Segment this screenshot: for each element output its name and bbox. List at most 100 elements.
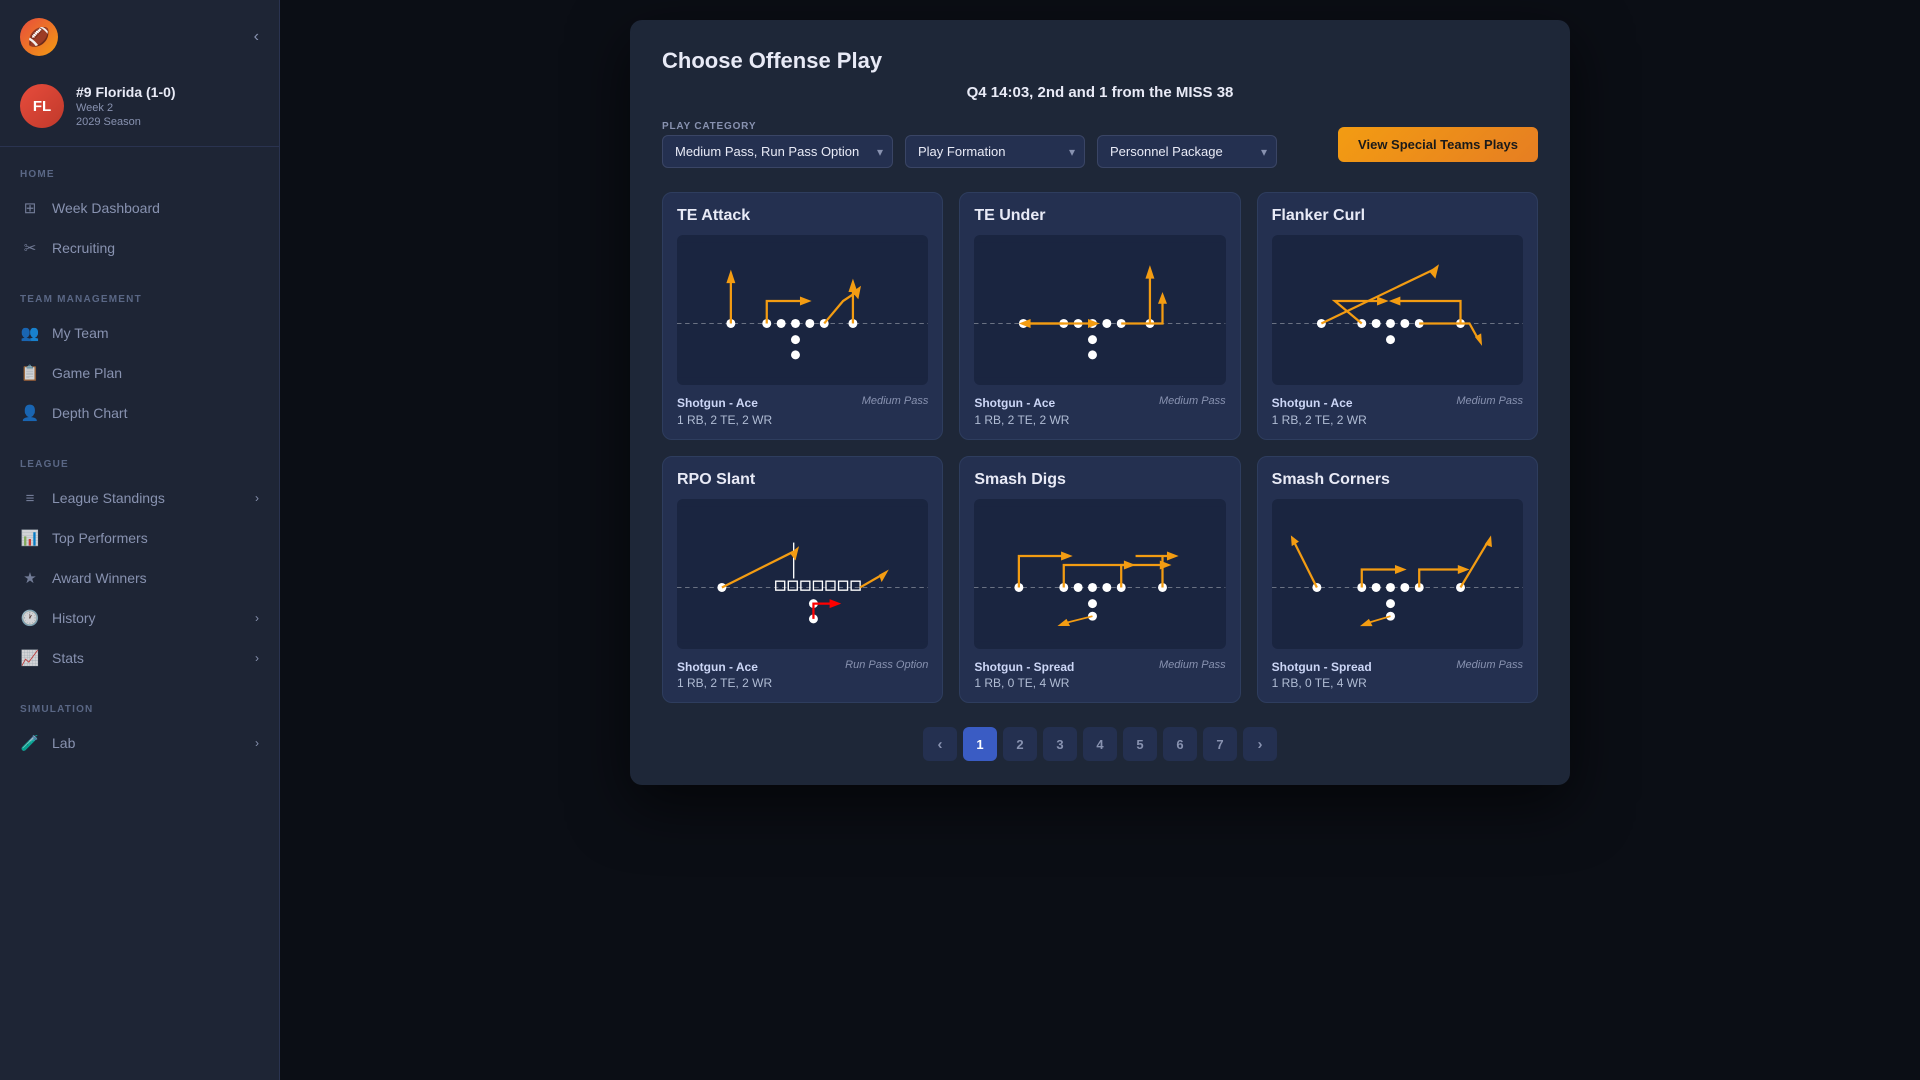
sidebar-item-game-plan[interactable]: 📋 Game Plan (0, 353, 279, 393)
sidebar-item-stats[interactable]: 📈 Stats › (0, 638, 279, 678)
play-card-te-attack[interactable]: TE Attack (662, 192, 943, 440)
modal-title: Choose Offense Play (662, 48, 1538, 74)
chevron-right-icon: › (255, 491, 259, 505)
play-formation-label (905, 121, 1085, 132)
pagination: ‹ 1 2 3 4 5 6 7 › (662, 723, 1538, 761)
play-card-flanker-curl[interactable]: Flanker Curl (1257, 192, 1538, 440)
pagination-page-6-button[interactable]: 6 (1163, 727, 1197, 761)
personnel-label (1097, 121, 1277, 132)
sidebar-item-label: League Standings (52, 490, 165, 506)
play-type-badge: Medium Pass (1456, 395, 1523, 407)
sidebar-item-week-dashboard[interactable]: ⊞ Week Dashboard (0, 188, 279, 228)
play-category-label: Play Category (662, 121, 893, 132)
play-formation-info: Shotgun - Spread 1 RB, 0 TE, 4 WR (1272, 659, 1372, 693)
sidebar-item-recruiting[interactable]: ✂ Recruiting (0, 228, 279, 268)
sidebar-item-label: Recruiting (52, 240, 115, 256)
sidebar-item-my-team[interactable]: 👥 My Team (0, 313, 279, 353)
play-type-badge: Medium Pass (862, 395, 929, 407)
play-category-filter: Play Category Medium Pass, Run Pass Opti… (662, 121, 893, 168)
sidebar-item-top-performers[interactable]: 📊 Top Performers (0, 518, 279, 558)
team-season: 2029 Season (76, 116, 176, 128)
play-card-footer: Shotgun - Spread 1 RB, 0 TE, 4 WR Medium… (1272, 659, 1523, 693)
view-special-teams-button[interactable]: View Special Teams Plays (1338, 127, 1538, 162)
personnel-package-select[interactable]: Personnel Package (1097, 135, 1277, 168)
sidebar-item-history[interactable]: 🕐 History › (0, 598, 279, 638)
pagination-next-button[interactable]: › (1243, 727, 1277, 761)
pagination-page-7-button[interactable]: 7 (1203, 727, 1237, 761)
sidebar-item-lab[interactable]: 🧪 Lab › (0, 723, 279, 763)
sidebar-item-label: My Team (52, 325, 109, 341)
play-card-footer: Shotgun - Spread 1 RB, 0 TE, 4 WR Medium… (974, 659, 1225, 693)
team-name: #9 Florida (1-0) (76, 84, 176, 100)
modal-overlay: Choose Offense Play Q4 14:03, 2nd and 1 … (280, 0, 1920, 1080)
person-icon: 👤 (20, 403, 40, 423)
nav-league-section: LEAGUE ≡ League Standings › 📊 Top Perfor… (0, 437, 279, 682)
nav-team-section: TEAM MANAGEMENT 👥 My Team 📋 Game Plan 👤 … (0, 272, 279, 437)
play-diagram-flanker-curl (1272, 235, 1523, 385)
play-type-badge: Medium Pass (1456, 659, 1523, 671)
sidebar-item-label: Week Dashboard (52, 200, 160, 216)
play-formation-info: Shotgun - Ace 1 RB, 2 TE, 2 WR (677, 395, 772, 429)
main-content: Choose Offense Play Q4 14:03, 2nd and 1 … (280, 0, 1920, 1080)
sidebar-item-label: Top Performers (52, 530, 148, 546)
play-category-select-wrapper: Medium Pass, Run Pass Option (662, 135, 893, 168)
play-formation-select[interactable]: Play Formation (905, 135, 1085, 168)
sidebar-item-label: Stats (52, 650, 84, 666)
lab-icon: 🧪 (20, 733, 40, 753)
play-card-rpo-slant[interactable]: RPO Slant (662, 456, 943, 704)
play-card-footer: Shotgun - Ace 1 RB, 2 TE, 2 WR Medium Pa… (677, 395, 928, 429)
chart-icon: 📊 (20, 528, 40, 548)
play-formation-info: Shotgun - Ace 1 RB, 2 TE, 2 WR (677, 659, 772, 693)
personnel-package-filter: Personnel Package (1097, 121, 1277, 168)
pagination-page-5-button[interactable]: 5 (1123, 727, 1157, 761)
nav-simulation-label: SIMULATION (0, 698, 279, 723)
grid-icon: ⊞ (20, 198, 40, 218)
sidebar-item-league-standings[interactable]: ≡ League Standings › (0, 478, 279, 518)
stats-icon: 📈 (20, 648, 40, 668)
play-card-footer: Shotgun - Ace 1 RB, 2 TE, 2 WR Medium Pa… (1272, 395, 1523, 429)
play-card-smash-corners[interactable]: Smash Corners (1257, 456, 1538, 704)
play-diagram-smash-digs (974, 499, 1225, 649)
play-type-badge: Medium Pass (1159, 395, 1226, 407)
sidebar-item-label: Depth Chart (52, 405, 127, 421)
team-week: Week 2 (76, 102, 176, 114)
play-card-smash-digs[interactable]: Smash Digs (959, 456, 1240, 704)
play-diagram-rpo-slant (677, 499, 928, 649)
team-icon: 👥 (20, 323, 40, 343)
pagination-page-1-button[interactable]: 1 (963, 727, 997, 761)
play-card-footer: Shotgun - Ace 1 RB, 2 TE, 2 WR Run Pass … (677, 659, 928, 693)
nav-home-label: HOME (0, 163, 279, 188)
play-type-badge: Medium Pass (1159, 659, 1226, 671)
pagination-page-4-button[interactable]: 4 (1083, 727, 1117, 761)
sidebar-item-depth-chart[interactable]: 👤 Depth Chart (0, 393, 279, 433)
play-diagram-te-under (974, 235, 1225, 385)
play-category-select[interactable]: Medium Pass, Run Pass Option (662, 135, 893, 168)
pagination-prev-button[interactable]: ‹ (923, 727, 957, 761)
sidebar-item-label: Game Plan (52, 365, 122, 381)
clipboard-icon: 📋 (20, 363, 40, 383)
play-title: Smash Corners (1272, 471, 1523, 489)
play-card-te-under[interactable]: TE Under (959, 192, 1240, 440)
avatar: FL (20, 84, 64, 128)
nav-home-section: HOME ⊞ Week Dashboard ✂ Recruiting (0, 147, 279, 272)
sidebar-collapse-button[interactable]: ‹ (254, 28, 259, 46)
clock-icon: 🕐 (20, 608, 40, 628)
team-details: #9 Florida (1-0) Week 2 2029 Season (76, 84, 176, 128)
pagination-page-2-button[interactable]: 2 (1003, 727, 1037, 761)
modal-subtitle: Q4 14:03, 2nd and 1 from the MISS 38 (662, 84, 1538, 101)
play-title: TE Under (974, 207, 1225, 225)
sidebar-item-award-winners[interactable]: ★ Award Winners (0, 558, 279, 598)
play-formation-select-wrapper: Play Formation (905, 135, 1085, 168)
nav-simulation-section: SIMULATION 🧪 Lab › (0, 682, 279, 767)
play-type-badge: Run Pass Option (845, 659, 928, 671)
team-info: FL #9 Florida (1-0) Week 2 2029 Season (0, 70, 279, 147)
play-title: Flanker Curl (1272, 207, 1523, 225)
play-formation-info: Shotgun - Ace 1 RB, 2 TE, 2 WR (1272, 395, 1367, 429)
pagination-page-3-button[interactable]: 3 (1043, 727, 1077, 761)
nav-team-label: TEAM MANAGEMENT (0, 288, 279, 313)
sidebar-item-label: Lab (52, 735, 75, 751)
play-formation-filter: Play Formation (905, 121, 1085, 168)
standings-icon: ≡ (20, 488, 40, 508)
play-title: TE Attack (677, 207, 928, 225)
sidebar-header: 🏈 ‹ (0, 0, 279, 70)
